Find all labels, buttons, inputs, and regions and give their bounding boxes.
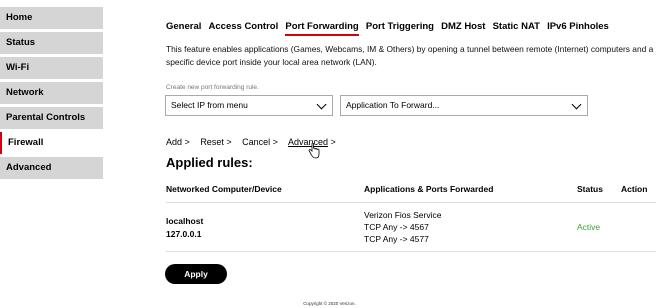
active-indicator bbox=[0, 132, 2, 154]
header-action: Action bbox=[621, 184, 648, 194]
reset-label: Reset bbox=[200, 137, 224, 147]
chevron-down-icon bbox=[571, 99, 582, 110]
ip-select[interactable]: Select IP from menu bbox=[165, 95, 333, 116]
sidebar-item-firewall[interactable]: Firewall bbox=[0, 132, 103, 154]
sidebar-item-parental-controls[interactable]: Parental Controls bbox=[0, 107, 103, 129]
app-service: Verizon Fios Service bbox=[364, 210, 442, 220]
sidebar-nav: Home Status Wi-Fi Network Parental Contr… bbox=[0, 7, 103, 182]
chevron-right-icon: > bbox=[272, 137, 278, 147]
apply-button[interactable]: Apply bbox=[165, 264, 227, 284]
cancel-label: Cancel bbox=[242, 137, 271, 147]
tab-dmz-host[interactable]: DMZ Host bbox=[441, 21, 485, 32]
device-name: localhost bbox=[166, 216, 204, 226]
chevron-right-icon: > bbox=[330, 137, 336, 147]
sidebar-item-wifi[interactable]: Wi-Fi bbox=[0, 57, 103, 79]
chevron-down-icon bbox=[316, 99, 327, 110]
applied-rules-heading: Applied rules: bbox=[166, 155, 253, 170]
hand-cursor-icon bbox=[308, 143, 320, 159]
sidebar-item-advanced[interactable]: Advanced bbox=[0, 157, 103, 179]
ip-select-value: Select IP from menu bbox=[171, 100, 248, 110]
header-status: Status bbox=[577, 184, 603, 194]
tab-static-nat[interactable]: Static NAT bbox=[493, 21, 540, 32]
add-label: Add bbox=[166, 137, 183, 147]
header-apps: Applications & Ports Forwarded bbox=[364, 184, 494, 194]
create-rule-label: Create new port forwarding rule. bbox=[166, 84, 259, 91]
sidebar-item-label: Firewall bbox=[8, 137, 44, 148]
table-divider bbox=[166, 251, 656, 252]
tab-general[interactable]: General bbox=[166, 21, 201, 32]
table-divider bbox=[166, 202, 656, 203]
feature-description: This feature enables applications (Games… bbox=[166, 44, 654, 67]
copyright: Copyright © 2020 Verizon. bbox=[303, 301, 356, 306]
reset-link[interactable]: Reset > bbox=[200, 137, 231, 147]
firewall-tabs: General Access Control Port Forwarding P… bbox=[166, 21, 613, 36]
cancel-link[interactable]: Cancel > bbox=[242, 137, 278, 147]
sidebar-item-network[interactable]: Network bbox=[0, 82, 103, 104]
tab-ipv6-pinholes[interactable]: IPv6 Pinholes bbox=[547, 21, 609, 32]
application-select[interactable]: Application To Forward... bbox=[340, 95, 588, 116]
chevron-right-icon: > bbox=[226, 137, 232, 147]
device-ip: 127.0.0.1 bbox=[166, 229, 202, 239]
application-select-value: Application To Forward... bbox=[346, 100, 440, 110]
tab-port-triggering[interactable]: Port Triggering bbox=[366, 21, 434, 32]
sidebar-item-status[interactable]: Status bbox=[0, 32, 103, 54]
app-port-2: TCP Any -> 4577 bbox=[364, 234, 429, 244]
add-link[interactable]: Add > bbox=[166, 137, 190, 147]
status-badge: Active bbox=[577, 222, 601, 232]
chevron-right-icon: > bbox=[184, 137, 190, 147]
tab-port-forwarding[interactable]: Port Forwarding bbox=[285, 21, 360, 36]
sidebar-item-home[interactable]: Home bbox=[0, 7, 103, 29]
tab-access-control[interactable]: Access Control bbox=[209, 21, 279, 32]
app-port-1: TCP Any -> 4567 bbox=[364, 222, 429, 232]
header-device: Networked Computer/Device bbox=[166, 184, 282, 194]
